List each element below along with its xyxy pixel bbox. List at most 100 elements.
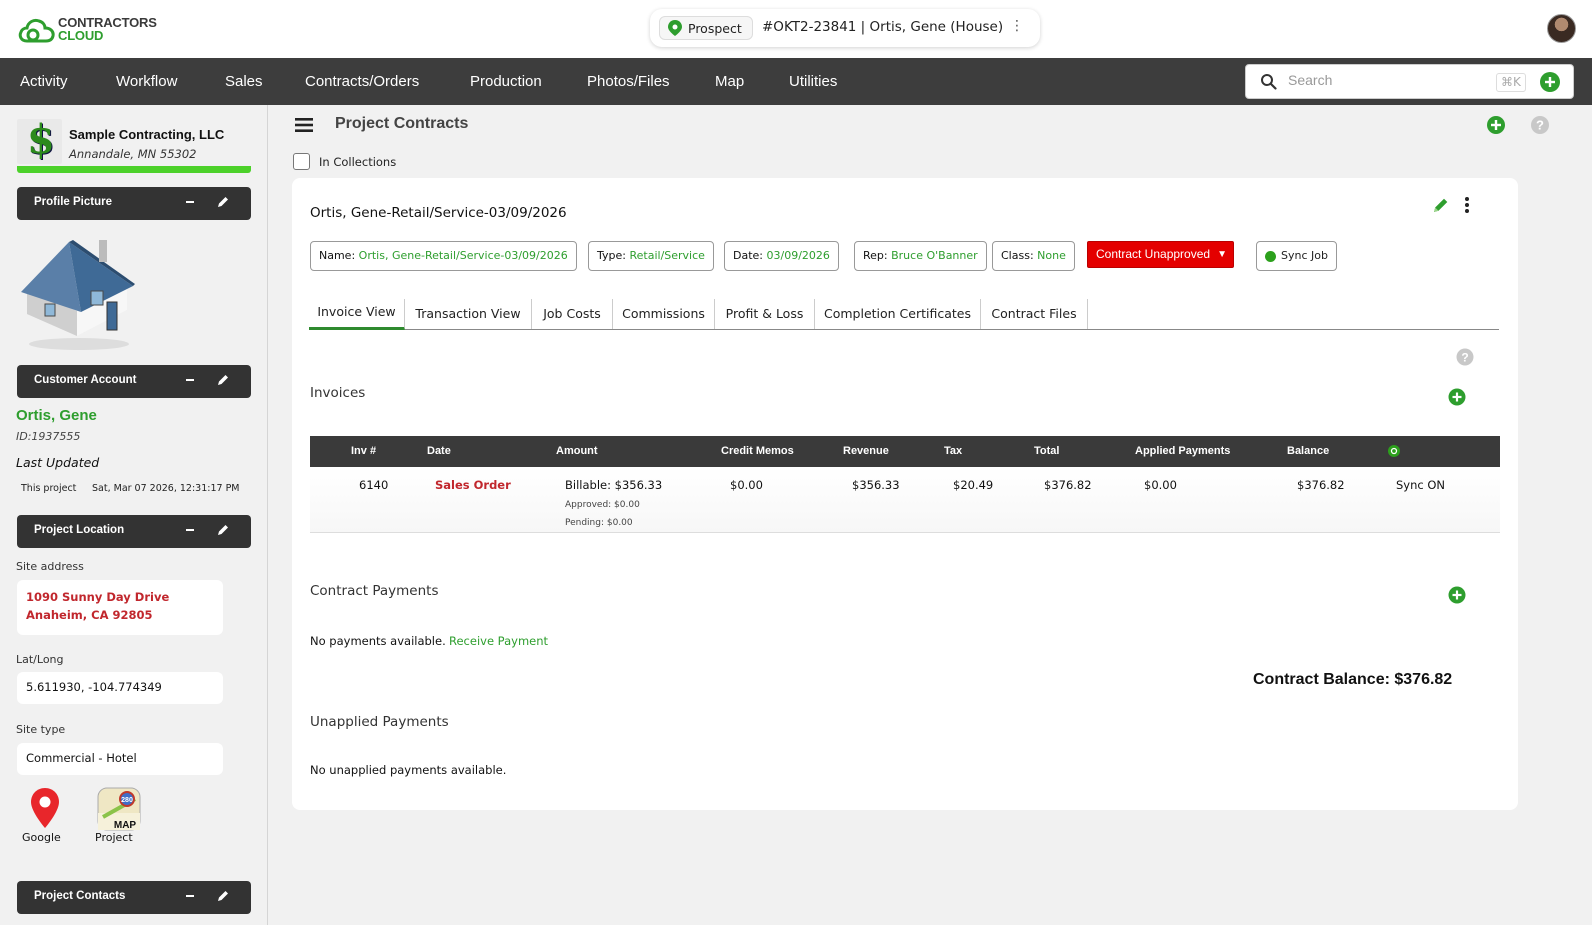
tab-invoice-view[interactable]: Invoice View bbox=[309, 299, 405, 330]
edit-pencil-icon[interactable] bbox=[216, 195, 230, 209]
cell-approved: Approved: $0.00 bbox=[565, 500, 640, 510]
table-row[interactable]: 6140 Sales Order Billable: $356.33 Appro… bbox=[310, 467, 1500, 533]
google-map-link[interactable]: Google bbox=[22, 787, 61, 844]
collapse-icon[interactable] bbox=[186, 529, 194, 531]
collapse-icon[interactable] bbox=[186, 379, 194, 381]
quickbooks-icon bbox=[1388, 445, 1400, 457]
add-payment-icon[interactable] bbox=[1448, 586, 1466, 604]
project-location-panel-header: Project Location bbox=[17, 515, 251, 548]
rep-chip-label: Rep: bbox=[863, 249, 888, 262]
site-address-label: Site address bbox=[16, 560, 84, 573]
help-icon[interactable]: ? bbox=[1456, 348, 1474, 366]
quick-add-icon[interactable] bbox=[1540, 72, 1560, 92]
invoice-table: Inv # Date Amount Credit Memos Revenue T… bbox=[310, 436, 1500, 533]
help-icon[interactable]: ? bbox=[1530, 115, 1550, 135]
sync-job-label: Sync Job bbox=[1281, 249, 1328, 262]
rep-chip-value: Bruce O'Banner bbox=[891, 249, 978, 262]
nav-photos-files[interactable]: Photos/Files bbox=[587, 73, 670, 90]
customer-account-panel-header: Customer Account bbox=[17, 365, 251, 398]
hamburger-menu-icon[interactable] bbox=[295, 117, 313, 133]
nav-production[interactable]: Production bbox=[470, 73, 542, 90]
add-contract-icon[interactable] bbox=[1486, 115, 1506, 135]
col-revenue: Revenue bbox=[843, 445, 889, 457]
edit-pencil-icon[interactable] bbox=[216, 523, 230, 537]
cell-date[interactable]: Sales Order bbox=[435, 478, 511, 492]
latlong-field[interactable]: 5.611930, -104.774349 bbox=[17, 672, 223, 704]
address-line1: 1090 Sunny Day Drive bbox=[26, 590, 170, 604]
company-card: $ Sample Contracting, LLC Annandale, MN … bbox=[17, 116, 251, 175]
cell-pending: Pending: $0.00 bbox=[565, 518, 633, 528]
company-status-bar bbox=[17, 166, 251, 173]
project-caption: Project bbox=[95, 831, 133, 844]
nav-map[interactable]: Map bbox=[715, 73, 744, 90]
in-collections-checkbox[interactable]: In Collections bbox=[293, 153, 396, 170]
tab-job-costs[interactable]: Job Costs bbox=[532, 299, 613, 329]
job-selector[interactable]: Prospect #OKT2-23841 | Ortis, Gene (Hous… bbox=[650, 9, 1040, 47]
contractors-cloud-logo[interactable]: CONTRACTORS CLOUD bbox=[18, 14, 157, 46]
edit-pencil-icon[interactable] bbox=[216, 373, 230, 387]
nav-sales[interactable]: Sales bbox=[225, 73, 263, 90]
this-project-date: Sat, Mar 07 2026, 12:31:17 PM bbox=[92, 483, 240, 494]
cell-amount: Billable: $356.33 bbox=[565, 478, 663, 492]
collapse-icon[interactable] bbox=[186, 895, 194, 897]
sync-job-button[interactable]: Sync Job bbox=[1256, 241, 1337, 271]
cell-inv[interactable]: 6140 bbox=[359, 478, 388, 492]
col-inv: Inv # bbox=[351, 445, 377, 457]
search-icon bbox=[1261, 74, 1277, 90]
collapse-icon[interactable] bbox=[186, 201, 194, 203]
site-address-field[interactable]: 1090 Sunny Day Drive Anaheim, CA 92805 bbox=[17, 580, 223, 635]
tab-transaction-view[interactable]: Transaction View bbox=[405, 299, 532, 329]
address-line2: Anaheim, CA 92805 bbox=[26, 608, 153, 622]
date-chip[interactable]: Date: 03/09/2026 bbox=[724, 241, 839, 271]
checkbox-box[interactable] bbox=[293, 153, 310, 170]
customer-name-link[interactable]: Ortis, Gene bbox=[16, 407, 97, 424]
rep-chip[interactable]: Rep: Bruce O'Banner bbox=[854, 241, 987, 271]
global-search: ⌘K bbox=[1245, 64, 1574, 99]
nav-utilities[interactable]: Utilities bbox=[789, 73, 837, 90]
search-input[interactable] bbox=[1288, 72, 1488, 88]
nav-activity[interactable]: Activity bbox=[20, 73, 68, 90]
date-chip-value: 03/09/2026 bbox=[766, 249, 830, 262]
edit-pencil-icon[interactable] bbox=[216, 889, 230, 903]
profile-picture-title: Profile Picture bbox=[34, 196, 112, 208]
tab-completion-certificates[interactable]: Completion Certificates bbox=[815, 299, 981, 329]
no-payments-text: No payments available. bbox=[310, 634, 446, 648]
contract-menu-icon[interactable] bbox=[1463, 196, 1471, 214]
project-map-link[interactable]: 280 MAP Project bbox=[95, 787, 141, 844]
tab-contract-files[interactable]: Contract Files bbox=[981, 299, 1088, 329]
user-avatar[interactable] bbox=[1547, 14, 1576, 43]
class-chip[interactable]: Class: None bbox=[992, 241, 1075, 271]
chevron-down-icon: ▼ bbox=[1217, 249, 1227, 260]
logo-line2: CLOUD bbox=[58, 28, 104, 43]
svg-text:?: ? bbox=[1461, 351, 1468, 365]
cell-sync: Sync ON bbox=[1396, 478, 1446, 492]
nav-contracts-orders[interactable]: Contracts/Orders bbox=[305, 73, 419, 90]
prospect-badge[interactable]: Prospect bbox=[659, 16, 753, 40]
edit-contract-icon[interactable] bbox=[1432, 196, 1450, 214]
nav-workflow[interactable]: Workflow bbox=[116, 73, 177, 90]
contract-tabs: Invoice View Transaction View Job Costs … bbox=[309, 299, 1499, 330]
house-image bbox=[21, 240, 135, 350]
this-project-label: This project bbox=[21, 483, 77, 494]
left-sidebar: $ Sample Contracting, LLC Annandale, MN … bbox=[0, 105, 268, 925]
search-shortcut: ⌘K bbox=[1496, 73, 1526, 92]
contract-status-dropdown[interactable]: Contract Unapproved ▼ bbox=[1087, 241, 1234, 268]
col-tax: Tax bbox=[944, 445, 963, 457]
site-type-field[interactable]: Commercial - Hotel bbox=[17, 743, 223, 775]
name-chip-label: Name: bbox=[319, 249, 356, 262]
page-title: Project Contracts bbox=[335, 115, 469, 132]
tab-profit-loss[interactable]: Profit & Loss bbox=[715, 299, 815, 329]
in-collections-label: In Collections bbox=[319, 154, 397, 169]
name-chip[interactable]: Name: Ortis, Gene-Retail/Service-03/09/2… bbox=[310, 241, 577, 271]
type-chip[interactable]: Type: Retail/Service bbox=[588, 241, 714, 271]
add-invoice-icon[interactable] bbox=[1448, 388, 1466, 406]
unapplied-payments-heading: Unapplied Payments bbox=[310, 714, 449, 730]
cell-credit-memos: $0.00 bbox=[730, 478, 763, 492]
company-name: Sample Contracting, LLC bbox=[69, 127, 225, 142]
quickbooks-icon bbox=[1265, 251, 1276, 262]
tab-commissions[interactable]: Commissions bbox=[613, 299, 715, 329]
google-caption: Google bbox=[22, 831, 61, 844]
col-total: Total bbox=[1034, 445, 1060, 457]
receive-payment-link[interactable]: Receive Payment bbox=[449, 634, 548, 648]
job-menu-icon[interactable]: ⋮ bbox=[1010, 18, 1024, 34]
